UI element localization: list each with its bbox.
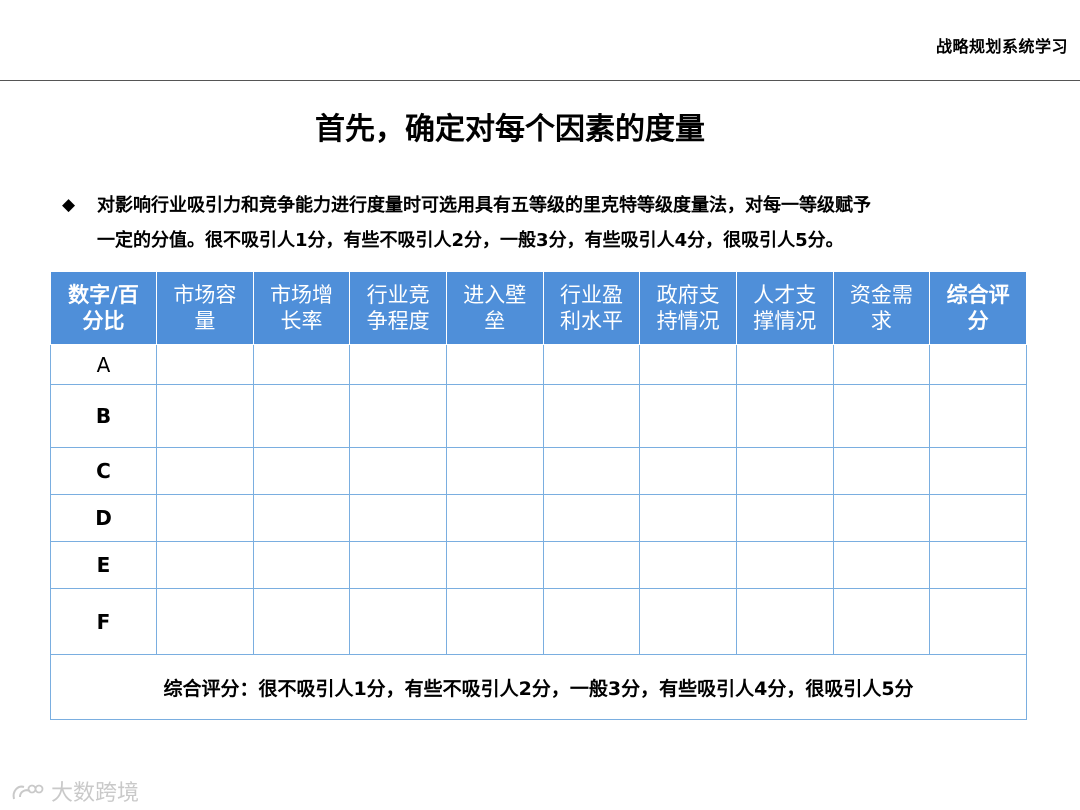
table-cell[interactable] xyxy=(929,494,1027,542)
col-header-percentage: 数字/百 分比 xyxy=(50,271,157,345)
table-cell[interactable] xyxy=(639,541,737,589)
table-cell[interactable] xyxy=(929,384,1027,448)
col-header-profitability: 行业盈 利水平 xyxy=(542,271,641,345)
col-header-market-size: 市场容量 xyxy=(156,271,254,345)
row-label: D xyxy=(50,494,157,542)
table-row: E xyxy=(50,541,1027,589)
table-cell[interactable] xyxy=(542,494,641,542)
scoring-table: 数字/百 分比 市场容量 市场增 长率 行业竞 争程度 进入壁垒 行业盈 利水平 政府支… xyxy=(50,271,1027,720)
table-cell[interactable] xyxy=(252,541,351,589)
col-header-capital-needs: 资金需求 xyxy=(832,271,931,345)
table-cell[interactable] xyxy=(832,494,931,542)
table-cell[interactable] xyxy=(252,384,351,448)
table-cell[interactable] xyxy=(832,588,931,655)
col-header-entry-barriers: 进入壁垒 xyxy=(445,271,544,345)
header-divider xyxy=(0,80,1080,81)
table-cell[interactable] xyxy=(252,344,351,385)
brand-logo-icon xyxy=(12,784,44,800)
table-cell[interactable] xyxy=(445,588,544,655)
table-cell[interactable] xyxy=(639,384,737,448)
col-header-competition: 行业竞 争程度 xyxy=(349,271,447,345)
table-cell[interactable] xyxy=(349,541,447,589)
diamond-bullet-icon: ◆ xyxy=(62,195,76,215)
table-footer-row: 综合评分：很不吸引人1分，有些不吸引人2分，一般3分，有些吸引人4分，很吸引人5… xyxy=(50,654,1027,720)
bullet-paragraph: ◆ 对影响行业吸引力和竞争能力进行度量时可选用具有五等级的里克特等级度量法，对每… xyxy=(62,188,1052,258)
table-cell[interactable] xyxy=(929,447,1027,495)
table-cell[interactable] xyxy=(832,344,931,385)
footer-note: 综合评分：很不吸引人1分，有些不吸引人2分，一般3分，有些吸引人4分，很吸引人5… xyxy=(50,654,1027,720)
table-cell[interactable] xyxy=(252,588,351,655)
table-cell[interactable] xyxy=(445,541,544,589)
table-cell[interactable] xyxy=(349,447,447,495)
table-cell[interactable] xyxy=(542,384,641,448)
row-label: A xyxy=(50,344,157,385)
table-cell[interactable] xyxy=(252,447,351,495)
watermark-logo: 大数跨境 xyxy=(10,775,139,807)
table-cell[interactable] xyxy=(639,344,737,385)
row-label: B xyxy=(50,384,157,448)
table-cell[interactable] xyxy=(735,384,834,448)
table-cell[interactable] xyxy=(349,588,447,655)
table-cell[interactable] xyxy=(639,494,737,542)
table-cell[interactable] xyxy=(929,344,1027,385)
header-title: 战略规划系统学习 xyxy=(935,37,1068,56)
bullet-line-1: 对影响行业吸引力和竞争能力进行度量时可选用具有五等级的里克特等级度量法，对每一等… xyxy=(97,195,871,216)
bullet-line-2: 一定的分值。很不吸引人1分，有些不吸引人2分，一般3分，有些吸引人4分，很吸引人… xyxy=(97,230,844,251)
table-cell[interactable] xyxy=(156,384,254,448)
table-cell[interactable] xyxy=(156,541,254,589)
table-cell[interactable] xyxy=(445,344,544,385)
table-cell[interactable] xyxy=(735,344,834,385)
table-row: D xyxy=(50,494,1027,542)
table-cell[interactable] xyxy=(735,494,834,542)
table-cell[interactable] xyxy=(832,447,931,495)
table-cell[interactable] xyxy=(445,494,544,542)
table-cell[interactable] xyxy=(156,588,254,655)
table-cell[interactable] xyxy=(445,447,544,495)
row-label: C xyxy=(50,447,157,495)
table-cell[interactable] xyxy=(735,447,834,495)
table-cell[interactable] xyxy=(639,588,737,655)
table-cell[interactable] xyxy=(832,384,931,448)
table-cell[interactable] xyxy=(542,344,641,385)
table-header-row: 数字/百 分比 市场容量 市场增 长率 行业竞 争程度 进入壁垒 行业盈 利水平 政府支… xyxy=(50,271,1027,345)
watermark-text: 大数跨境 xyxy=(51,781,140,806)
table-cell[interactable] xyxy=(349,494,447,542)
col-header-government-support: 政府支 持情况 xyxy=(639,271,737,345)
row-label: E xyxy=(50,541,157,589)
table-cell[interactable] xyxy=(929,588,1027,655)
table-cell[interactable] xyxy=(832,541,931,589)
table-cell[interactable] xyxy=(542,588,641,655)
table-cell[interactable] xyxy=(445,384,544,448)
table-cell[interactable] xyxy=(349,344,447,385)
col-header-overall-score: 综合评分 xyxy=(929,271,1027,345)
table-cell[interactable] xyxy=(542,541,641,589)
slide-title: 首先，确定对每个因素的度量 xyxy=(315,112,705,147)
table-cell[interactable] xyxy=(156,344,254,385)
table-cell[interactable] xyxy=(252,494,351,542)
table-cell[interactable] xyxy=(929,541,1027,589)
col-header-talent-support: 人才支 撑情况 xyxy=(735,271,834,345)
table-cell[interactable] xyxy=(156,494,254,542)
table-cell[interactable] xyxy=(542,447,641,495)
table-row: B xyxy=(50,384,1027,448)
table-cell[interactable] xyxy=(735,588,834,655)
table-row: F xyxy=(50,588,1027,655)
row-label: F xyxy=(50,588,157,655)
table-cell[interactable] xyxy=(349,384,447,448)
table-cell[interactable] xyxy=(156,447,254,495)
table-row: C xyxy=(50,447,1027,495)
table-cell[interactable] xyxy=(735,541,834,589)
table-row: A xyxy=(50,344,1027,385)
col-header-market-growth: 市场增 长率 xyxy=(252,271,351,345)
table-cell[interactable] xyxy=(639,447,737,495)
